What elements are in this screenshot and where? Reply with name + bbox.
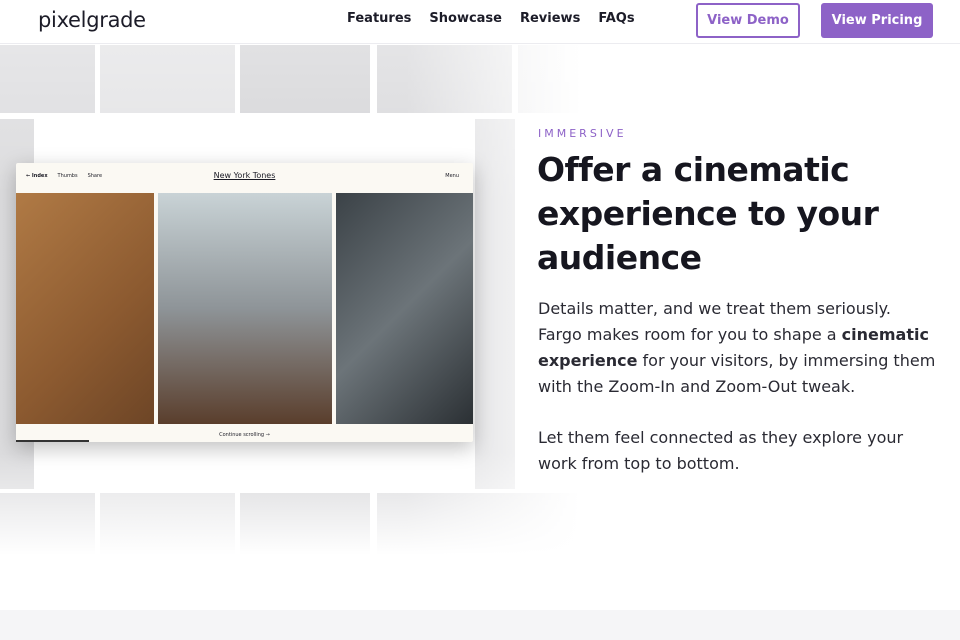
next-section <box>0 610 960 640</box>
view-pricing-button[interactable]: View Pricing <box>821 3 933 38</box>
scroll-progress-bar <box>16 440 90 442</box>
photo-street-aerial <box>336 193 473 424</box>
nav-showcase[interactable]: Showcase <box>429 11 502 26</box>
nav-faqs[interactable]: FAQs <box>598 11 634 26</box>
view-demo-button[interactable]: View Demo <box>696 3 800 38</box>
continue-scrolling[interactable]: Continue scrolling → <box>16 432 473 438</box>
section-eyebrow: IMMERSIVE <box>538 127 627 140</box>
photo-saxophonist <box>16 193 154 424</box>
paragraph-text: Details matter, and we treat them seriou… <box>538 299 891 344</box>
photo-manhattan-bridge <box>158 193 332 424</box>
mockup-title: New York Tones <box>213 171 276 180</box>
section-title: Offer a cinematic experience to your aud… <box>537 150 879 277</box>
section-paragraph-2: Let them feel connected as they explore … <box>538 428 904 473</box>
nav-features[interactable]: Features <box>347 11 411 26</box>
top-nav: pixelgrade Features Showcase Reviews FAQ… <box>0 0 960 44</box>
section-paragraph-1: Details matter, and we treat them seriou… <box>538 296 938 400</box>
nav-reviews[interactable]: Reviews <box>520 11 580 26</box>
logo[interactable]: pixelgrade <box>38 8 146 32</box>
mockup-menu-link[interactable]: Menu <box>445 173 459 179</box>
nav-links: Features Showcase Reviews FAQs <box>347 11 635 26</box>
site-mockup: ← Index Thumbs Share New York Tones Menu… <box>16 163 473 442</box>
